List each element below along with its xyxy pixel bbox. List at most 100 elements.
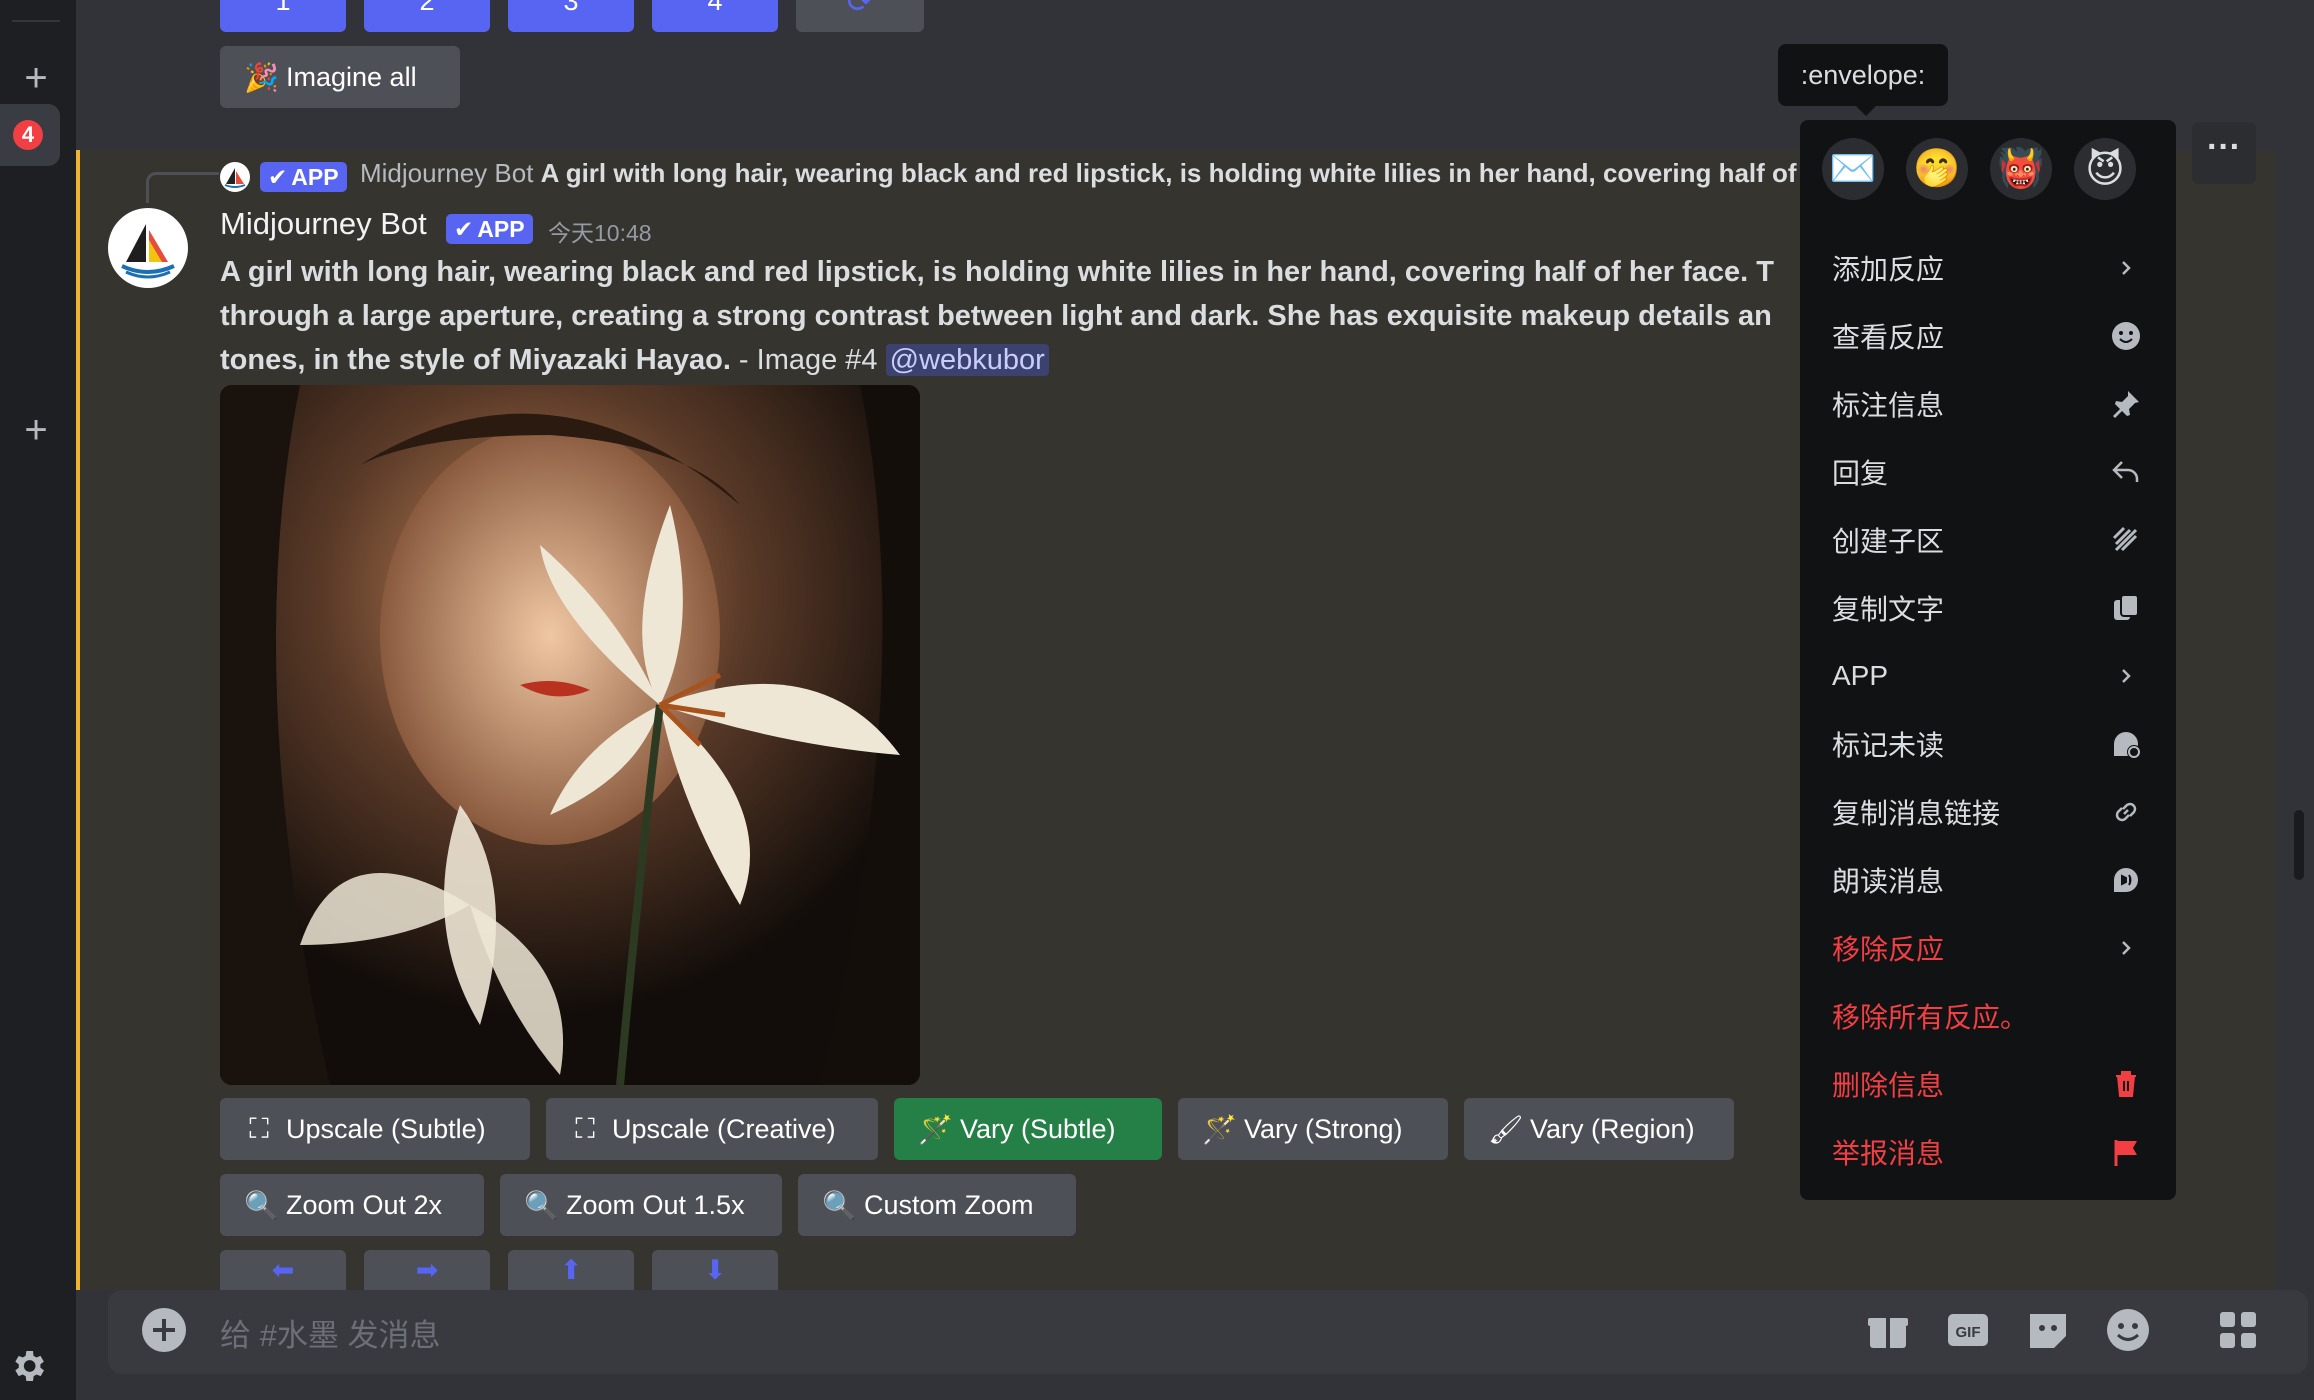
message-input[interactable]: 给 #水墨 发消息: [220, 1310, 440, 1355]
magnifier-icon: 🔍: [244, 1189, 279, 1221]
bot-avatar[interactable]: [108, 208, 188, 288]
user-mention[interactable]: @webkubor: [885, 344, 1049, 376]
menu-create-thread[interactable]: 创建子区: [1832, 512, 2144, 568]
thread-icon: [2108, 522, 2144, 558]
menu-copy-link[interactable]: 复制消息链接: [1832, 784, 2144, 840]
ogre-icon[interactable]: 👹: [1990, 138, 2052, 200]
arrow-up-icon: ⬆: [559, 1254, 583, 1285]
message-author[interactable]: Midjourney Bot: [220, 206, 427, 242]
expand-icon: ⛶: [249, 1112, 269, 1144]
highlight-bar: [76, 150, 80, 1290]
magic-wand-icon: 🪄: [918, 1113, 953, 1145]
message-content: A girl with long hair, wearing black and…: [220, 250, 1800, 390]
reply-reference[interactable]: Midjourney Bot A girl with long hair, we…: [360, 158, 1797, 189]
message-line: A girl with long hair, wearing black and…: [220, 256, 1774, 288]
pan-up-button[interactable]: ⬆: [508, 1250, 634, 1290]
button-1[interactable]: 1: [220, 0, 346, 32]
emoji-tooltip: :envelope:: [1778, 44, 1948, 106]
gif-icon[interactable]: GIF: [1944, 1306, 1992, 1354]
arrow-left-icon: ⬅: [271, 1254, 295, 1285]
vary-region-button[interactable]: 🖌 Vary (Region): [1464, 1098, 1734, 1160]
refresh-icon: ⟳: [846, 0, 874, 19]
menu-remove-reaction[interactable]: 移除反应: [1832, 920, 2144, 976]
smiley-icon: [2108, 318, 2144, 354]
custom-zoom-button[interactable]: 🔍 Custom Zoom: [798, 1174, 1076, 1236]
pin-icon: [2108, 386, 2144, 422]
party-popper-icon: 🎉: [244, 61, 279, 93]
rail-divider: [12, 20, 60, 22]
vary-strong-button[interactable]: 🪄 Vary (Strong): [1178, 1098, 1448, 1160]
emoji-icon[interactable]: [2104, 1306, 2152, 1354]
apps-icon[interactable]: [2214, 1306, 2262, 1354]
more-options-icon[interactable]: ···: [2192, 122, 2256, 184]
paintbrush-icon: 🖌: [1488, 1113, 1524, 1145]
reply-icon: [2108, 454, 2144, 490]
check-icon: ✔: [454, 216, 474, 242]
button-3[interactable]: 3: [508, 0, 634, 32]
smiling-imp-icon[interactable]: 😈: [2074, 138, 2136, 200]
pan-right-button[interactable]: ➡: [364, 1250, 490, 1290]
message-timestamp: 今天10:48: [548, 220, 652, 246]
message-line: through a large aperture, creating a str…: [220, 300, 1772, 332]
arrow-down-icon: ⬇: [703, 1254, 727, 1285]
reply-connector: [146, 172, 219, 203]
button-2[interactable]: 2: [364, 0, 490, 32]
scrollbar-thumb[interactable]: [2294, 810, 2304, 880]
sticker-icon[interactable]: [2024, 1306, 2072, 1354]
upscale-creative-button[interactable]: ⛶ Upscale (Creative): [546, 1098, 878, 1160]
mark-unread-icon: [2108, 726, 2144, 762]
pan-down-button[interactable]: ⬇: [652, 1250, 778, 1290]
settings-gear-icon[interactable]: [8, 1346, 48, 1386]
menu-add-reaction[interactable]: 添加反应: [1832, 240, 2144, 296]
reply-avatar[interactable]: [220, 162, 250, 192]
link-icon: [2108, 794, 2144, 830]
copy-icon: [2108, 590, 2144, 626]
quick-reactions: ✉️ 🤭 👹 😈: [1822, 138, 2136, 200]
message-line: tones, in the style of Miyazaki Hayao.: [220, 344, 731, 376]
pan-left-button[interactable]: ⬅: [220, 1250, 346, 1290]
button-4[interactable]: 4: [652, 0, 778, 32]
add-attachment-icon[interactable]: [140, 1306, 188, 1354]
image-index: - Image #4: [730, 344, 886, 376]
envelope-icon[interactable]: ✉️: [1822, 138, 1884, 200]
chevron-right-icon: [2108, 250, 2144, 286]
reroll-button[interactable]: ⟳: [796, 0, 924, 32]
vary-subtle-button[interactable]: 🪄 Vary (Subtle): [894, 1098, 1162, 1160]
tooltip-arrow: [1854, 104, 1878, 116]
chevron-right-icon: [2108, 658, 2144, 694]
mention-badge: 4: [13, 120, 43, 150]
chevron-right-icon: [2108, 930, 2144, 966]
menu-remove-all-reactions[interactable]: 移除所有反应。: [1832, 988, 2144, 1044]
expand-icon: ⛶: [575, 1112, 595, 1144]
gift-icon[interactable]: [1864, 1306, 1912, 1354]
check-icon: ✔: [268, 164, 288, 190]
menu-report-message[interactable]: 举报消息: [1832, 1124, 2144, 1180]
add-icon[interactable]: +: [10, 404, 62, 456]
menu-pin-message[interactable]: 标注信息: [1832, 376, 2144, 432]
trash-icon: [2108, 1066, 2144, 1102]
add-server-icon[interactable]: +: [10, 52, 62, 104]
menu-delete-message[interactable]: 删除信息: [1832, 1056, 2144, 1112]
arrow-right-icon: ➡: [415, 1254, 439, 1285]
magic-wand-icon: 🪄: [1202, 1113, 1237, 1145]
magnifier-icon: 🔍: [822, 1189, 857, 1221]
menu-reply[interactable]: 回复: [1832, 444, 2144, 500]
magnifier-icon: 🔍: [524, 1189, 559, 1221]
zoom-out-2x-button[interactable]: 🔍 Zoom Out 2x: [220, 1174, 484, 1236]
menu-copy-text[interactable]: 复制文字: [1832, 580, 2144, 636]
svg-text:GIF: GIF: [1956, 1324, 1981, 1341]
menu-apps[interactable]: APP: [1832, 648, 2144, 704]
zoom-out-1-5x-button[interactable]: 🔍 Zoom Out 1.5x: [500, 1174, 782, 1236]
server-rail: + 4 +: [0, 0, 76, 1400]
speak-icon: [2108, 862, 2144, 898]
app-tag: ✔ APP: [446, 214, 533, 244]
reply-app-tag: ✔ APP: [260, 162, 347, 192]
menu-mark-unread[interactable]: 标记未读: [1832, 716, 2144, 772]
imagine-all-button[interactable]: 🎉 Imagine all: [220, 46, 460, 108]
flag-icon: [2108, 1134, 2144, 1170]
generated-image[interactable]: [220, 385, 920, 1085]
menu-view-reactions[interactable]: 查看反应: [1832, 308, 2144, 364]
menu-read-aloud[interactable]: 朗读消息: [1832, 852, 2144, 908]
upscale-subtle-button[interactable]: ⛶ Upscale (Subtle): [220, 1098, 530, 1160]
hand-over-mouth-icon[interactable]: 🤭: [1906, 138, 1968, 200]
